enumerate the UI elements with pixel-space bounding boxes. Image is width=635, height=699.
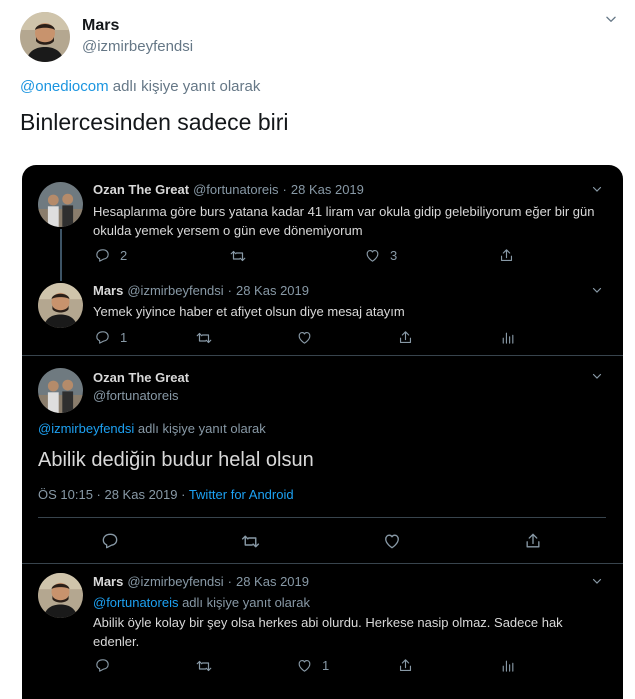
tweet-text: Hesaplarıma göre burs yatana kadar 41 li… (93, 204, 595, 238)
author-handle[interactable]: @izmirbeyfendsi (127, 574, 223, 589)
heart-icon (296, 657, 313, 674)
retweet-icon (195, 329, 213, 347)
chevron-down-icon[interactable] (591, 183, 603, 198)
reply-icon (94, 657, 111, 674)
separator-dot: · (227, 574, 232, 589)
reply-context-suffix: adlı kişiye yanıt olarak (108, 78, 261, 95)
like-button[interactable]: 1 (296, 657, 329, 674)
reply-button[interactable] (100, 531, 120, 551)
reply-icon (100, 531, 120, 551)
share-button[interactable] (523, 531, 543, 551)
analytics-button[interactable] (499, 657, 516, 674)
avatar[interactable] (20, 12, 70, 62)
retweet-button[interactable] (229, 247, 247, 265)
author-name[interactable]: Mars (93, 283, 123, 298)
reply-context: @izmirbeyfendsi adlı kişiye yanıt olarak (38, 421, 266, 436)
author-name[interactable]: Ozan The Great (93, 182, 189, 197)
thread-line (60, 229, 62, 281)
avatar[interactable] (38, 573, 83, 618)
tweet-timestamp: ÖS 10:15 · 28 Kas 2019 · Twitter for And… (38, 487, 294, 502)
like-button[interactable] (382, 531, 402, 551)
share-icon (397, 329, 414, 346)
chevron-down-icon[interactable] (591, 575, 603, 590)
tweet-text: Abilik öyle kolay bir şey olsa herkes ab… (93, 615, 563, 649)
reply-context: @fortunatoreis adlı kişiye yanıt olarak (93, 595, 310, 610)
reply-count: 1 (120, 330, 128, 345)
mention-link[interactable]: @onediocom (20, 78, 109, 95)
like-count: 1 (322, 658, 330, 673)
separator-dot: · (282, 182, 287, 197)
retweet-icon (240, 531, 261, 552)
mention-link[interactable]: @fortunatoreis (93, 595, 178, 610)
like-button[interactable] (296, 329, 313, 346)
divider (38, 517, 606, 518)
analytics-icon (499, 657, 516, 674)
tweet-text: Yemek yiyince haber et afiyet olsun diye… (93, 304, 405, 319)
reply-icon (94, 329, 111, 346)
author-handle[interactable]: @izmirbeyfendsi (82, 38, 193, 55)
share-icon (523, 531, 543, 551)
retweet-icon (195, 657, 213, 675)
like-button[interactable]: 3 (364, 247, 397, 264)
share-button[interactable] (397, 329, 414, 346)
reply-icon (94, 247, 111, 264)
share-icon (397, 657, 414, 674)
reply-context-suffix: adlı kişiye yanıt olarak (134, 421, 266, 436)
avatar[interactable] (38, 283, 83, 328)
avatar[interactable] (38, 182, 83, 227)
divider (22, 355, 623, 356)
retweet-button[interactable] (240, 531, 261, 552)
like-count: 3 (390, 248, 398, 263)
tweet-date[interactable]: 28 Kas 2019 (291, 182, 364, 197)
share-button[interactable] (397, 657, 414, 674)
author-handle[interactable]: @fortunatoreis (193, 182, 278, 197)
heart-icon (364, 247, 381, 264)
timestamp-text[interactable]: ÖS 10:15 · 28 Kas 2019 · (38, 487, 189, 502)
retweet-button[interactable] (195, 657, 213, 675)
divider (22, 563, 623, 564)
mention-link[interactable]: @izmirbeyfendsi (38, 421, 134, 436)
author-name[interactable]: Mars (82, 17, 119, 35)
heart-icon (382, 531, 402, 551)
reply-context-suffix: adlı kişiye yanıt olarak (178, 595, 310, 610)
share-icon (498, 247, 515, 264)
tweet-date[interactable]: 28 Kas 2019 (236, 283, 309, 298)
chevron-down-icon[interactable] (604, 12, 618, 29)
reply-count: 2 (120, 248, 128, 263)
author-handle[interactable]: @izmirbeyfendsi (127, 283, 223, 298)
reply-context: @onediocom adlı kişiye yanıt olarak (20, 78, 260, 95)
tweet-text: Abilik dediğin budur helal olsun (38, 449, 314, 471)
avatar[interactable] (38, 368, 83, 413)
reply-button[interactable]: 1 (94, 329, 127, 346)
reply-button[interactable]: 2 (94, 247, 127, 264)
share-button[interactable] (498, 247, 515, 264)
embedded-thread: Ozan The Great @fortunatoreis · 28 Kas 2… (22, 165, 623, 699)
retweet-button[interactable] (195, 329, 213, 347)
chevron-down-icon[interactable] (591, 284, 603, 299)
separator-dot: · (227, 283, 232, 298)
author-handle[interactable]: @fortunatoreis (93, 388, 178, 403)
author-name[interactable]: Mars (93, 574, 123, 589)
retweet-icon (229, 247, 247, 265)
tweet-date[interactable]: 28 Kas 2019 (236, 574, 309, 589)
author-name[interactable]: Ozan The Great (93, 370, 189, 385)
source-link[interactable]: Twitter for Android (189, 487, 294, 502)
tweet-text: Binlercesinden sadece biri (20, 109, 289, 135)
chevron-down-icon[interactable] (591, 370, 603, 385)
analytics-icon (499, 329, 516, 346)
heart-icon (296, 329, 313, 346)
reply-button[interactable] (94, 657, 111, 674)
analytics-button[interactable] (499, 329, 516, 346)
